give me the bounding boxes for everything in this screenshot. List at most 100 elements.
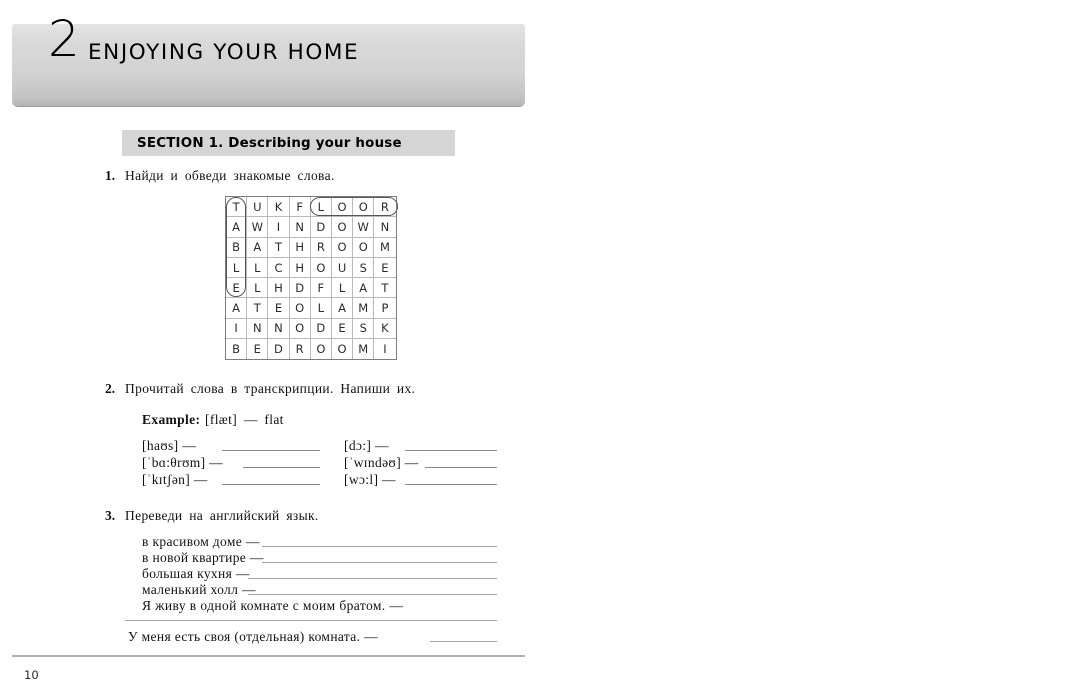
word-search-cell[interactable]: K bbox=[374, 319, 395, 339]
word-search-cell[interactable]: O bbox=[311, 258, 332, 278]
answer-line[interactable] bbox=[243, 467, 320, 468]
answer-line[interactable] bbox=[405, 450, 497, 451]
word-search-cell[interactable]: F bbox=[290, 197, 311, 217]
word-search-cell[interactable]: N bbox=[374, 217, 395, 237]
word-search-cell[interactable]: N bbox=[247, 319, 268, 339]
answer-line[interactable] bbox=[405, 484, 497, 485]
word-search-cell[interactable]: W bbox=[353, 217, 374, 237]
word-search-cell[interactable]: W bbox=[247, 217, 268, 237]
exercise-2-example-label: Example: bbox=[142, 412, 200, 428]
word-search-cell[interactable]: M bbox=[353, 298, 374, 318]
word-search-cell[interactable]: O bbox=[332, 238, 353, 258]
word-search-cell[interactable]: L bbox=[247, 278, 268, 298]
exercise-2-prompt: Прочитай слова в транскрипции. Напиши их… bbox=[125, 381, 415, 397]
word-search-cell[interactable]: M bbox=[353, 339, 374, 359]
word-search-cell[interactable]: O bbox=[290, 319, 311, 339]
exercise-2-item-left-2: [ˈkɪtʃən] — bbox=[142, 472, 208, 488]
word-search-cell[interactable]: M bbox=[374, 238, 395, 258]
word-search-cell[interactable]: O bbox=[332, 197, 353, 217]
word-search-cell[interactable]: R bbox=[290, 339, 311, 359]
word-search-cell[interactable]: H bbox=[268, 278, 289, 298]
word-search-cell[interactable]: A bbox=[247, 238, 268, 258]
word-search-cell[interactable]: S bbox=[353, 258, 374, 278]
word-search-cell[interactable]: N bbox=[290, 217, 311, 237]
word-search-cell[interactable]: O bbox=[290, 298, 311, 318]
answer-line[interactable] bbox=[248, 594, 497, 595]
word-search-cell[interactable]: R bbox=[311, 238, 332, 258]
section-label: SECTION 1. Describing your house bbox=[122, 136, 402, 151]
exercise-1-prompt: Найди и обведи знакомые слова. bbox=[125, 168, 335, 184]
answer-line[interactable] bbox=[222, 450, 320, 451]
word-search-cell[interactable]: T bbox=[247, 298, 268, 318]
word-search-cell[interactable]: D bbox=[268, 339, 289, 359]
word-search-cell[interactable]: E bbox=[268, 298, 289, 318]
answer-line[interactable] bbox=[222, 484, 320, 485]
word-search-cell[interactable]: E bbox=[374, 258, 395, 278]
word-search-cell[interactable]: T bbox=[226, 197, 247, 217]
word-search-cell[interactable]: O bbox=[353, 197, 374, 217]
word-search-cell[interactable]: T bbox=[268, 238, 289, 258]
word-search-cell[interactable]: I bbox=[374, 339, 395, 359]
section-header: SECTION 1. Describing your house bbox=[122, 130, 455, 156]
word-search-row: AWINDOWN bbox=[226, 217, 396, 237]
exercise-3-item-1: в новой квартире — bbox=[142, 550, 264, 566]
exercise-2-item-right-0: [dɔ:] — bbox=[344, 438, 389, 454]
word-search-cell[interactable]: D bbox=[311, 319, 332, 339]
word-search-cell[interactable]: O bbox=[332, 217, 353, 237]
word-search-cell[interactable]: P bbox=[374, 298, 395, 318]
word-search-cell[interactable]: L bbox=[311, 197, 332, 217]
word-search-cell[interactable]: N bbox=[268, 319, 289, 339]
word-search-grid[interactable]: TUKFLOORAWINDOWNBATHROOMLLCHOUSEELHDFLAT… bbox=[225, 196, 397, 360]
word-search-cell[interactable]: I bbox=[268, 217, 289, 237]
answer-line[interactable] bbox=[425, 467, 497, 468]
word-search-cell[interactable]: O bbox=[311, 339, 332, 359]
exercise-3-item-5: У меня есть своя (отдельная) комната. — bbox=[128, 629, 378, 645]
word-search-cell[interactable]: L bbox=[311, 298, 332, 318]
word-search-row: TUKFLOOR bbox=[226, 197, 396, 217]
word-search-cell[interactable]: H bbox=[290, 258, 311, 278]
word-search-row: LLCHOUSE bbox=[226, 258, 396, 278]
word-search-cell[interactable]: A bbox=[353, 278, 374, 298]
word-search-cell[interactable]: A bbox=[332, 298, 353, 318]
word-search-cell[interactable]: F bbox=[311, 278, 332, 298]
word-search-cell[interactable]: A bbox=[226, 298, 247, 318]
unit-number: 2 bbox=[48, 14, 80, 64]
word-search-cell[interactable]: O bbox=[353, 238, 374, 258]
word-search-cell[interactable]: B bbox=[226, 339, 247, 359]
word-search-cell[interactable]: O bbox=[332, 339, 353, 359]
word-search-cell[interactable]: L bbox=[226, 258, 247, 278]
exercise-2-example-text: [flæt] — flat bbox=[205, 412, 284, 428]
word-search-cell[interactable]: L bbox=[332, 278, 353, 298]
word-search-cell[interactable]: D bbox=[311, 217, 332, 237]
exercise-3-item-0: в красивом доме — bbox=[142, 534, 260, 550]
word-search-cell[interactable]: E bbox=[226, 278, 247, 298]
exercise-3-item-4: Я живу в одной комнате с моим братом. — bbox=[142, 598, 403, 614]
answer-line[interactable] bbox=[430, 641, 497, 642]
word-search-cell[interactable]: U bbox=[332, 258, 353, 278]
page-number-left: 10 bbox=[24, 668, 39, 682]
answer-line[interactable] bbox=[125, 620, 497, 621]
exercise-3-number: 3. bbox=[105, 508, 115, 524]
word-search-cell[interactable]: B bbox=[226, 238, 247, 258]
word-search-cell[interactable]: S bbox=[353, 319, 374, 339]
word-search-row: BATHROOM bbox=[226, 238, 396, 258]
exercise-2-item-left-0: [haʊs] — bbox=[142, 438, 196, 454]
answer-line[interactable] bbox=[262, 546, 497, 547]
answer-line[interactable] bbox=[262, 562, 497, 563]
word-search-cell[interactable]: R bbox=[374, 197, 395, 217]
word-search-cell[interactable]: E bbox=[247, 339, 268, 359]
word-search-cell[interactable]: I bbox=[226, 319, 247, 339]
unit-header-banner bbox=[12, 24, 525, 106]
word-search-cell[interactable]: T bbox=[374, 278, 395, 298]
word-search-cell[interactable]: L bbox=[247, 258, 268, 278]
word-search-cell[interactable]: C bbox=[268, 258, 289, 278]
word-search-cell[interactable]: A bbox=[226, 217, 247, 237]
word-search-cell[interactable]: D bbox=[290, 278, 311, 298]
answer-line[interactable] bbox=[248, 578, 497, 579]
exercise-2-item-right-1: [ˈwɪndəʊ] — bbox=[344, 455, 419, 471]
word-search-cell[interactable]: K bbox=[268, 197, 289, 217]
word-search-cell[interactable]: H bbox=[290, 238, 311, 258]
word-search-cell[interactable]: E bbox=[332, 319, 353, 339]
left-footer-rule bbox=[12, 655, 525, 657]
word-search-cell[interactable]: U bbox=[247, 197, 268, 217]
